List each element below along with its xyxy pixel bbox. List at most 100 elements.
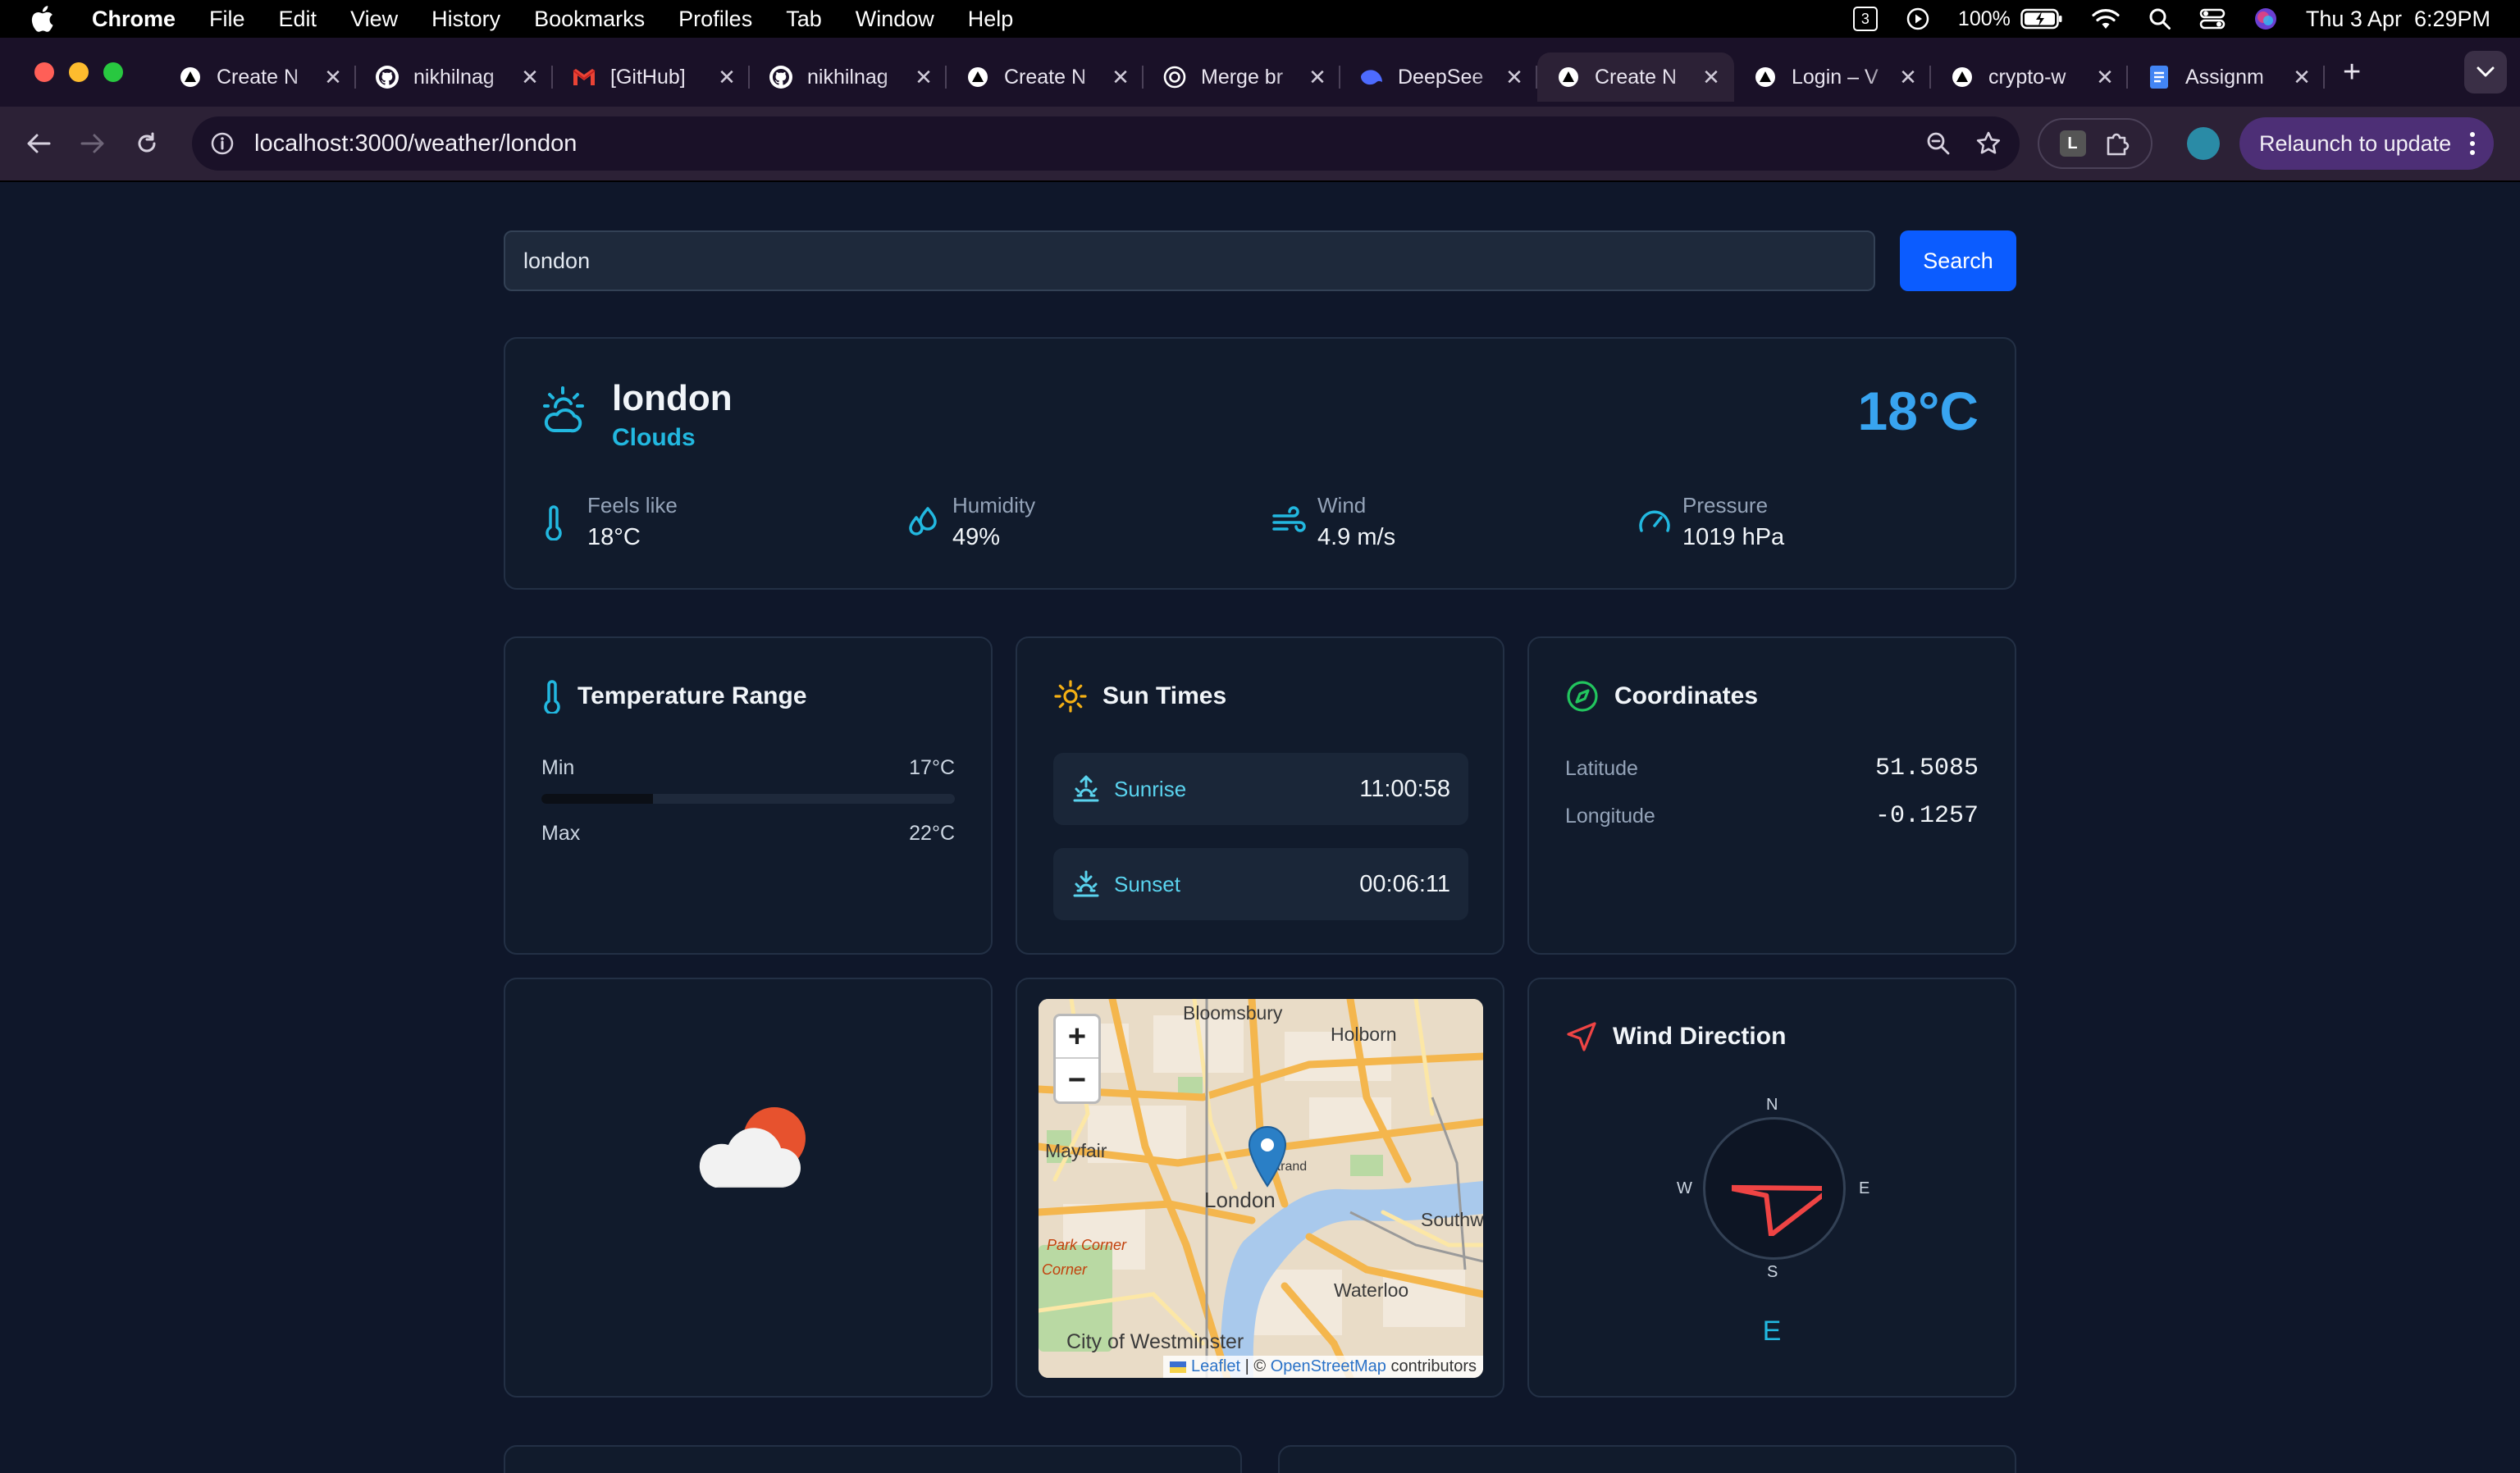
close-window-button[interactable] — [34, 62, 54, 82]
zoom-window-button[interactable] — [103, 62, 123, 82]
zoom-icon[interactable] — [1926, 131, 1951, 156]
tab-close-icon[interactable]: ✕ — [1109, 65, 1132, 90]
browser-tab[interactable]: nikhilnag ✕ — [750, 52, 947, 102]
zoom-in-button[interactable]: + — [1056, 1016, 1098, 1059]
map-label: Holborn — [1331, 1024, 1397, 1045]
gauge-icon — [1637, 504, 1673, 537]
sunrise-icon — [1071, 774, 1101, 804]
coordinates-title: Coordinates — [1614, 682, 1759, 709]
calendar-icon[interactable]: 3 — [1852, 7, 1878, 31]
siri-icon[interactable] — [2253, 7, 2278, 31]
zoom-out-button[interactable]: − — [1056, 1059, 1098, 1101]
menu-bookmarks[interactable]: Bookmarks — [534, 7, 645, 32]
menu-window[interactable]: Window — [856, 7, 934, 32]
tab-title: Create N — [1595, 65, 1678, 89]
battery-percent: 100% — [1957, 7, 2011, 30]
map-label: Bloomsbury — [1183, 1002, 1283, 1024]
url-text[interactable]: localhost:3000/weather/london — [254, 130, 1901, 157]
tab-close-icon[interactable]: ✕ — [1897, 65, 1920, 90]
search-button[interactable]: Search — [1900, 230, 2016, 291]
forward-button[interactable] — [71, 121, 115, 166]
address-bar[interactable]: localhost:3000/weather/london — [192, 116, 2020, 171]
browser-tab[interactable]: Login – V ✕ — [1734, 52, 1931, 102]
extension-l-icon[interactable]: L — [2059, 130, 2086, 157]
city-name: london — [612, 378, 733, 418]
menu-app-chrome[interactable]: Chrome — [92, 7, 176, 32]
map-attribution: Leaflet | © OpenStreetMap contributors — [1163, 1356, 1483, 1378]
leaflet-link[interactable]: Leaflet — [1191, 1357, 1240, 1375]
menu-file[interactable]: File — [209, 7, 245, 32]
browser-tab[interactable]: Create N ✕ — [947, 52, 1144, 102]
spotlight-search-icon[interactable] — [2148, 7, 2171, 30]
menu-tab[interactable]: Tab — [786, 7, 822, 32]
new-tab-button[interactable]: + — [2343, 55, 2361, 90]
browser-tab[interactable]: Merge br ✕ — [1144, 52, 1340, 102]
tab-title: Merge br — [1201, 65, 1284, 89]
github-icon — [374, 64, 400, 90]
browser-tab[interactable]: DeepSee ✕ — [1340, 52, 1537, 102]
ukraine-flag-icon — [1170, 1361, 1187, 1373]
tab-close-icon[interactable]: ✕ — [1503, 65, 1526, 90]
tab-close-icon[interactable]: ✕ — [715, 65, 738, 90]
card-title: Wind Direction — [1565, 1020, 1786, 1053]
weather-icon-card — [504, 978, 993, 1398]
kebab-menu-icon[interactable] — [2469, 131, 2476, 156]
wind-direction-card: Wind Direction N E S W E — [1527, 978, 2016, 1398]
map-zoom-controls: + − — [1053, 1014, 1101, 1104]
site-info-icon[interactable] — [210, 131, 235, 156]
puzzle-extensions-icon[interactable] — [2103, 130, 2131, 157]
tab-close-icon[interactable]: ✕ — [1306, 65, 1329, 90]
tab-close-icon[interactable]: ✕ — [2093, 65, 2116, 90]
menu-history[interactable]: History — [431, 7, 500, 32]
wind-direction-title: Wind Direction — [1613, 1023, 1787, 1050]
browser-tab[interactable]: Create N ✕ — [159, 52, 356, 102]
wind-arrow-icon — [1732, 1146, 1822, 1236]
reload-button[interactable] — [125, 121, 169, 166]
sunrise-row: Sunrise 11:00:58 — [1053, 753, 1468, 825]
minimize-window-button[interactable] — [69, 62, 89, 82]
map-marker-icon[interactable] — [1247, 1125, 1288, 1189]
map-card: Bloomsbury Holborn Mayfair London Strand… — [1016, 978, 1504, 1398]
browser-tab[interactable]: Assignm ✕ — [2128, 52, 2325, 102]
weather-page: Search london Clouds 18°C Feels like 18°… — [0, 184, 2520, 1473]
tab-close-icon[interactable]: ✕ — [2290, 65, 2313, 90]
clock-datetime[interactable]: Thu 3 Apr 6:29PM — [2306, 7, 2490, 32]
browser-tab[interactable]: Create N ✕ — [1537, 52, 1734, 102]
tab-close-icon[interactable]: ✕ — [1700, 65, 1723, 90]
leaflet-map[interactable]: Bloomsbury Holborn Mayfair London Strand… — [1039, 999, 1483, 1378]
latitude-label: Latitude — [1565, 756, 1638, 780]
tab-close-icon[interactable]: ✕ — [322, 65, 345, 90]
menu-profiles[interactable]: Profiles — [678, 7, 752, 32]
wifi-icon[interactable] — [2091, 7, 2121, 30]
menu-help[interactable]: Help — [968, 7, 1014, 32]
browser-tab[interactable]: crypto-w ✕ — [1931, 52, 2128, 102]
browser-tab[interactable]: [GitHub] ✕ — [553, 52, 750, 102]
tab-title: Create N — [217, 65, 299, 89]
menu-edit[interactable]: Edit — [279, 7, 317, 32]
browser-tab[interactable]: nikhilnag ✕ — [356, 52, 553, 102]
apple-icon[interactable] — [30, 5, 59, 33]
control-center-icon[interactable] — [2199, 7, 2226, 30]
city-search-input[interactable] — [504, 230, 1875, 291]
compass-icon — [1565, 679, 1600, 714]
tab-close-icon[interactable]: ✕ — [912, 65, 935, 90]
battery-icon[interactable] — [2020, 8, 2063, 30]
browser-toolbar: localhost:3000/weather/london L Relaunch… — [0, 107, 2520, 182]
stat-humidity: Humidity 49% — [906, 493, 1251, 559]
sunrise-label: Sunrise — [1114, 776, 1187, 801]
card-title: Sun Times — [1053, 679, 1226, 714]
temperature-range-title: Temperature Range — [578, 682, 807, 709]
openstreetmap-link[interactable]: OpenStreetMap — [1271, 1357, 1386, 1375]
profile-avatar[interactable] — [2187, 127, 2220, 160]
back-button[interactable] — [16, 121, 61, 166]
deepseek-icon — [1358, 64, 1385, 90]
relaunch-button[interactable]: Relaunch to update — [2239, 117, 2495, 170]
coordinates-card: Coordinates Latitude 51.5085 Longitude -… — [1527, 636, 2016, 955]
temperature-range-bar — [541, 794, 955, 804]
menu-view[interactable]: View — [350, 7, 398, 32]
tab-close-icon[interactable]: ✕ — [518, 65, 541, 90]
play-icon[interactable] — [1906, 7, 1930, 31]
tab-search-button[interactable] — [2464, 51, 2507, 93]
bookmark-star-icon[interactable] — [1975, 130, 2002, 157]
longitude-row: Longitude -0.1257 — [1565, 802, 1979, 830]
